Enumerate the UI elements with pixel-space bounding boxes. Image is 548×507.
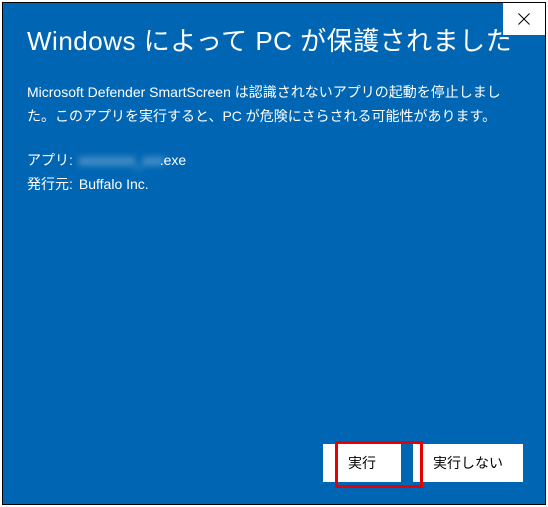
info-rows: アプリ: xxxxxxxx_xxx.exe 発行元: Buffalo Inc. bbox=[27, 149, 521, 197]
smartscreen-dialog: Windows によって PC が保護されました Microsoft Defen… bbox=[2, 2, 546, 505]
app-label: アプリ: bbox=[27, 149, 73, 173]
close-icon bbox=[518, 13, 530, 25]
publisher-value: Buffalo Inc. bbox=[79, 173, 149, 197]
dialog-title: Windows によって PC が保護されました bbox=[27, 23, 521, 59]
app-value-blurred: xxxxxxxx_xxx bbox=[79, 152, 164, 168]
publisher-row: 発行元: Buffalo Inc. bbox=[27, 173, 521, 197]
run-button[interactable]: 実行 bbox=[323, 444, 401, 482]
close-button[interactable] bbox=[503, 3, 545, 35]
dont-run-button[interactable]: 実行しない bbox=[413, 444, 523, 482]
dialog-message: Microsoft Defender SmartScreen は認識されないアプ… bbox=[27, 81, 521, 129]
app-value-suffix: .exe bbox=[160, 152, 186, 168]
publisher-label: 発行元: bbox=[27, 173, 73, 197]
app-row: アプリ: xxxxxxxx_xxx.exe bbox=[27, 149, 521, 173]
button-row: 実行 実行しない bbox=[323, 444, 523, 482]
dialog-content: Windows によって PC が保護されました Microsoft Defen… bbox=[3, 3, 545, 221]
